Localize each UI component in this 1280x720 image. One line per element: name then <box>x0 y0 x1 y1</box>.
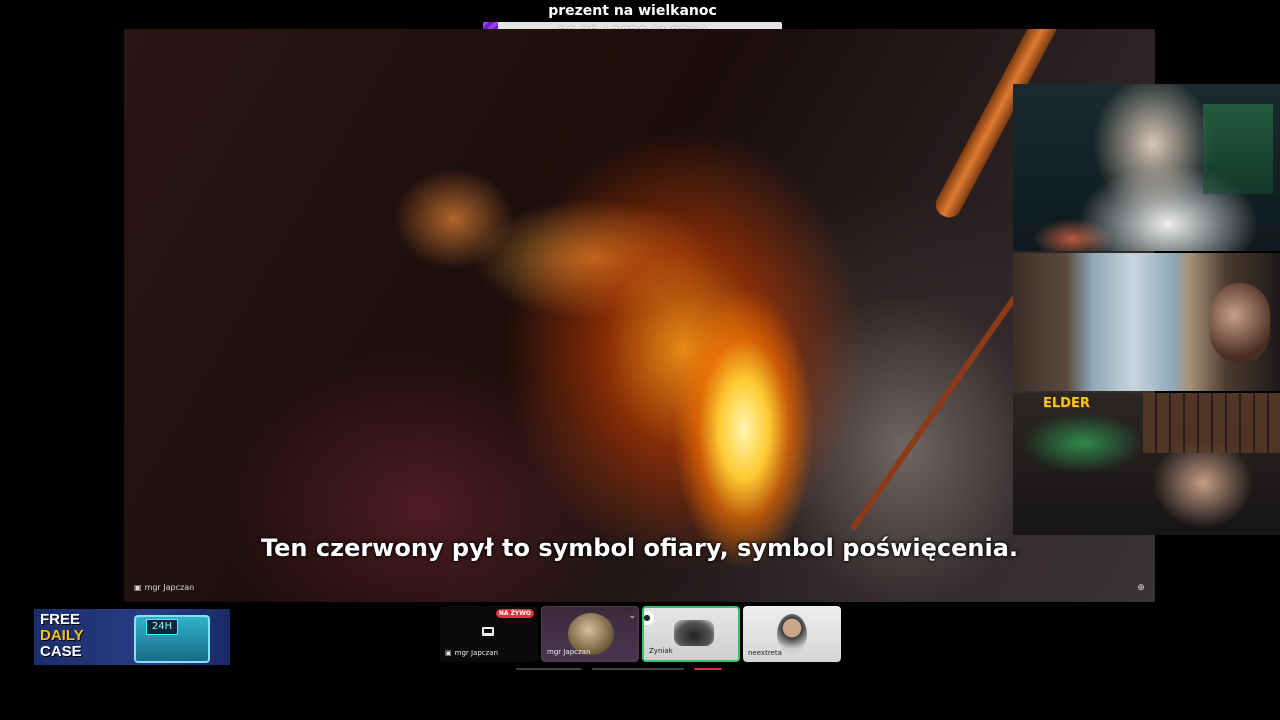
participant-label: neextreta <box>748 649 782 657</box>
goal-title: prezent na wielkanoc <box>548 3 717 19</box>
participant-label: mgr Japczan <box>547 648 590 656</box>
participant-tile[interactable]: neextreta <box>743 606 841 662</box>
chevron-down-icon[interactable]: ⌄ <box>628 611 636 621</box>
webcam-2-person <box>1210 283 1270 363</box>
tile-underline <box>516 668 582 670</box>
promo-text: FREE DAILY CASE <box>40 612 84 660</box>
participant-tile-camera[interactable]: ⌄ mgr Japczan <box>541 606 639 662</box>
stage-user-label: ▣ mgr Japczan <box>134 583 194 592</box>
promo-line-1: FREE <box>40 611 81 628</box>
participant-name: mgr Japczan <box>547 648 591 656</box>
people-icon: ● <box>644 611 654 625</box>
webcam-3: ELDER <box>1013 393 1280 535</box>
promo-badge: 24H <box>146 619 178 635</box>
main-stage-video[interactable]: Ten czerwony pył to symbol ofiary, symbo… <box>124 29 1155 602</box>
avatar <box>674 620 714 646</box>
live-badge: NA ŻYWO <box>495 609 534 618</box>
participant-tile-screenshare[interactable]: NA ŻYWO ▣ mgr Japczan <box>440 606 538 662</box>
tile-underline <box>592 668 684 670</box>
screen-share-icon: ▣ <box>445 649 452 657</box>
participant-label: Żyniak <box>649 647 673 655</box>
participant-name: neextreta <box>748 649 782 657</box>
promo-line-3: CASE <box>40 643 82 660</box>
participant-name: Żyniak <box>649 647 673 655</box>
video-subtitle: Ten czerwony pył to symbol ofiary, symbo… <box>260 534 1019 562</box>
webcam-3-shelf <box>1143 393 1280 453</box>
tile-underline-live <box>694 668 722 670</box>
promo-line-2: DAILY <box>40 627 84 644</box>
participant-name: mgr Japczan <box>454 649 499 657</box>
free-daily-case-promo[interactable]: FREE DAILY CASE 24H <box>34 609 230 665</box>
stage-user-name: mgr Japczan <box>144 583 195 592</box>
avatar <box>777 614 807 654</box>
participant-tile-active[interactable]: ● Żyniak <box>642 606 740 662</box>
screen-share-icon: ▣ <box>134 583 142 592</box>
webcam-1 <box>1013 84 1280 251</box>
webcam-2 <box>1013 253 1280 391</box>
participant-label: ▣ mgr Japczan <box>445 649 498 657</box>
zoom-icon[interactable]: ⊕ <box>1135 582 1147 594</box>
webcam-3-logo: ELDER <box>1043 396 1090 411</box>
monitor-icon <box>482 627 494 636</box>
